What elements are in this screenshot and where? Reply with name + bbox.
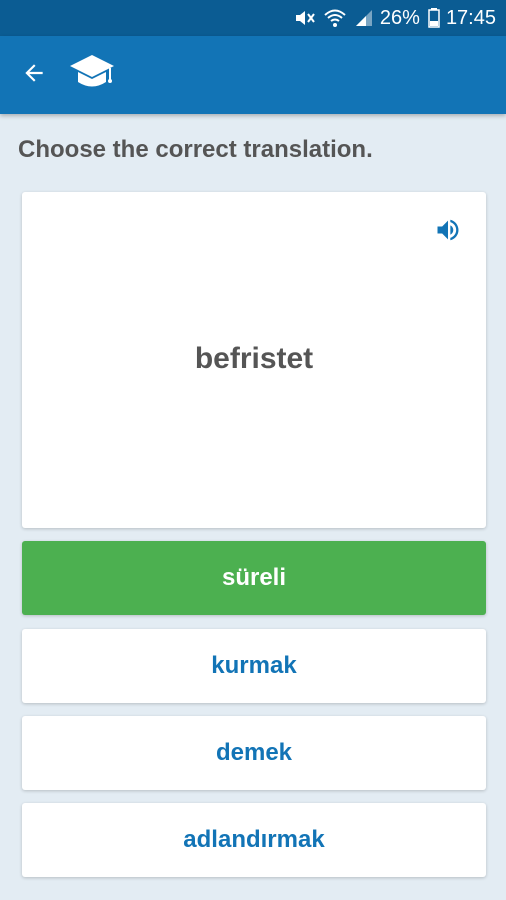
answer-option-2[interactable]: kurmak — [22, 629, 486, 703]
battery-icon — [428, 0, 440, 36]
answer-option-label: süreli — [221, 564, 287, 591]
app-logo — [66, 51, 118, 99]
arrow-left-icon — [21, 60, 47, 91]
app-bar — [0, 36, 506, 114]
answer-option-4[interactable]: adlandırmak — [22, 803, 486, 877]
graduation-cap-icon — [68, 53, 116, 98]
answer-option-3[interactable]: demek — [22, 716, 486, 790]
play-audio-button[interactable] — [432, 216, 464, 248]
mute-icon — [294, 0, 316, 36]
answer-option-label: kurmak — [211, 652, 297, 679]
instruction-text: Choose the correct translation. — [18, 136, 373, 163]
answer-option-label: demek — [215, 739, 293, 766]
answer-option-label: adlandırmak — [183, 826, 325, 853]
speaker-icon — [434, 216, 462, 249]
back-button[interactable] — [10, 51, 58, 99]
signal-icon — [354, 0, 374, 36]
word-card: befristet — [22, 192, 486, 528]
battery-percent: 26% — [379, 6, 420, 29]
word-to-translate: befristet — [194, 342, 314, 375]
status-bar: 26% 17:45 — [0, 0, 506, 36]
clock: 17:45 — [445, 6, 496, 29]
wifi-icon — [324, 0, 346, 36]
answer-option-1[interactable]: süreli — [22, 541, 486, 615]
